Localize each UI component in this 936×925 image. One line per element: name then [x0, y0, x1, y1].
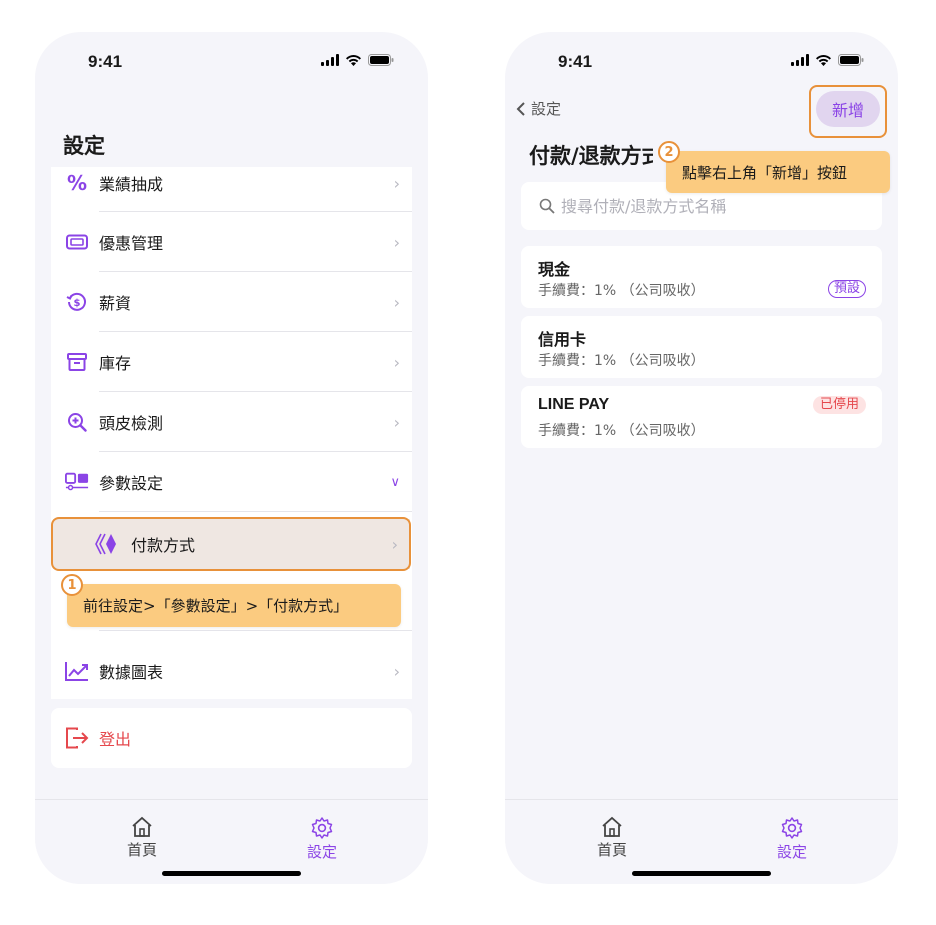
back-button[interactable]: 設定	[515, 98, 561, 119]
status-time: 9:41	[88, 52, 123, 71]
menu-item-data-charts[interactable]: 數據圖表 ›	[51, 641, 412, 701]
step-1-tooltip: 前往設定>「參數設定」>「付款方式」	[67, 584, 401, 627]
menu-item-label: 薪資	[99, 294, 132, 313]
logout-icon	[65, 727, 89, 753]
menu-item-inventory[interactable]: 庫存 ›	[51, 332, 412, 392]
chevron-right-icon: ›	[393, 292, 400, 312]
menu-item-parameters[interactable]: 參數設定 ∨	[51, 452, 412, 512]
step-2-tooltip: 點擊右上角「新增」按鈕	[666, 151, 890, 193]
tab-bar: 首頁 設定	[505, 799, 898, 884]
tab-home[interactable]: 首頁	[112, 816, 172, 860]
step-1-badge: 1	[61, 574, 83, 596]
status-icons	[791, 54, 864, 66]
tab-settings[interactable]: 設定	[292, 816, 352, 862]
menu-item-commission[interactable]: % 業績抽成 ›	[51, 153, 412, 213]
home-indicator	[162, 871, 301, 876]
method-fee: 手續費：1% （公司吸收）	[538, 353, 705, 369]
parameters-icon	[65, 471, 89, 493]
chevron-left-icon	[516, 101, 525, 116]
battery-icon	[368, 54, 394, 66]
menu-item-salary[interactable]: $ 薪資 ›	[51, 272, 412, 332]
logout-button[interactable]: 登出	[51, 708, 412, 768]
signal-icon	[791, 54, 809, 66]
status-bar: 9:41	[505, 52, 898, 76]
menu-item-scalp-check[interactable]: 頭皮檢測 ›	[51, 392, 412, 452]
menu-item-label: 頭皮檢測	[99, 414, 164, 433]
method-name: 現金	[538, 260, 571, 279]
default-badge: 預設	[827, 280, 866, 298]
payment-methods-screen: 9:41 設定 新增 付款/退款方式 點擊右上角「新增」按鈕 2 現金 手續費：…	[505, 32, 898, 884]
status-time: 9:41	[558, 52, 593, 71]
wifi-icon	[816, 55, 831, 66]
menu-item-promotions[interactable]: 優惠管理 ›	[51, 212, 412, 272]
line-chart-icon	[65, 660, 89, 682]
settings-screen: 9:41 設定 % 業績抽成 › 優惠管理 › $ 薪資 › 庫存 › 頭皮檢測…	[35, 32, 428, 884]
divider	[99, 630, 412, 631]
method-fee: 手續費：1% （公司吸收）	[538, 283, 705, 299]
method-name: 信用卡	[538, 330, 587, 349]
disabled-badge: 已停用	[812, 396, 866, 414]
percent-icon: %	[66, 171, 88, 195]
method-name: LINE PAY	[538, 396, 610, 413]
battery-icon	[838, 54, 864, 66]
menu-item-label: 參數設定	[99, 474, 164, 493]
home-icon	[132, 816, 152, 837]
step-2-highlight	[809, 85, 887, 138]
svg-text:$: $	[74, 298, 81, 309]
tab-label: 設定	[306, 843, 337, 861]
chevron-right-icon: ›	[393, 412, 400, 432]
home-indicator	[632, 871, 771, 876]
chevron-right-icon: ›	[393, 173, 400, 193]
status-icons	[321, 54, 394, 66]
payment-method-card[interactable]: 現金 手續費：1% （公司吸收） 預設	[521, 246, 882, 308]
menu-item-label: 數據圖表	[99, 663, 164, 682]
tab-label: 首頁	[596, 841, 627, 859]
tab-label: 首頁	[126, 841, 157, 859]
search-input[interactable]	[559, 195, 863, 217]
ticket-icon	[65, 231, 89, 253]
tab-settings[interactable]: 設定	[762, 816, 822, 862]
search-icon	[539, 198, 555, 214]
tab-label: 設定	[776, 843, 807, 861]
status-bar: 9:41	[35, 52, 428, 76]
wifi-icon	[346, 55, 361, 66]
back-label: 設定	[531, 100, 562, 118]
tab-bar: 首頁 設定	[35, 799, 428, 884]
step-2-badge: 2	[658, 141, 680, 163]
menu-item-label: 業績抽成	[99, 175, 164, 194]
menu-item-label: 庫存	[99, 354, 132, 373]
tab-home[interactable]: 首頁	[582, 816, 642, 860]
chevron-right-icon: ›	[393, 232, 400, 252]
page-title: 付款/退款方式	[529, 144, 653, 168]
inventory-box-icon	[65, 351, 89, 373]
divider	[99, 511, 412, 512]
home-icon	[602, 816, 622, 837]
salary-icon: $	[65, 291, 89, 313]
logout-label: 登出	[99, 730, 132, 749]
payment-method-card[interactable]: LINE PAY 手續費：1% （公司吸收） 已停用	[521, 386, 882, 448]
payment-method-card[interactable]: 信用卡 手續費：1% （公司吸收）	[521, 316, 882, 378]
menu-item-label: 優惠管理	[99, 234, 164, 253]
zoom-in-icon	[65, 411, 89, 433]
chevron-right-icon: ›	[393, 661, 400, 681]
gear-icon	[781, 817, 803, 839]
method-fee: 手續費：1% （公司吸收）	[538, 423, 705, 439]
chevron-down-icon: ∨	[390, 474, 400, 490]
step-1-highlight	[51, 517, 411, 571]
chevron-right-icon: ›	[393, 352, 400, 372]
gear-icon	[311, 817, 333, 839]
signal-icon	[321, 54, 339, 66]
